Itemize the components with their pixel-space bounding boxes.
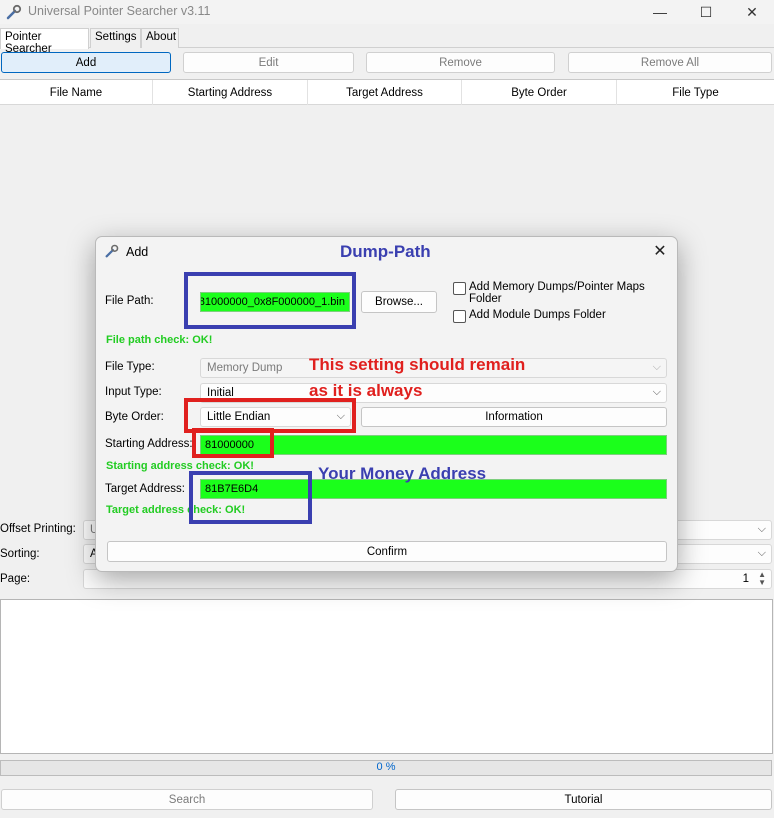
add-dialog: Add ✕ File Path: 81000000_0x8F000000_1.b… (95, 236, 678, 572)
title-bar: Universal Pointer Searcher v3.11 — ☐ ✕ (0, 0, 774, 24)
input-type-label: Input Type: (105, 386, 162, 398)
file-path-check-status: File path check: OK! (106, 334, 213, 346)
remove-button[interactable]: Remove (366, 52, 555, 73)
starting-address-check-status: Starting address check: OK! (106, 460, 254, 472)
file-path-input[interactable]: 81000000_0x8F000000_1.bin (200, 292, 350, 312)
column-file-name[interactable]: File Name (0, 80, 153, 105)
annotation-money-address: Your Money Address (318, 464, 487, 483)
chevron-down-icon: ⌵ (757, 523, 766, 535)
annotation-dump-path: Dump-Path (340, 242, 431, 261)
close-window-button[interactable]: ✕ (729, 0, 774, 24)
annotation-setting-line2: as it is always (309, 381, 423, 400)
chevron-down-icon: ⌵ (757, 547, 766, 559)
add-memory-dumps-folder-checkbox[interactable] (453, 282, 466, 295)
starting-address-label: Starting Address: (105, 438, 193, 450)
tab-settings[interactable]: Settings (90, 28, 141, 48)
confirm-button[interactable]: Confirm (107, 541, 667, 562)
file-type-label: File Type: (105, 361, 155, 373)
column-starting-address[interactable]: Starting Address (153, 80, 308, 105)
page-value: 1 (742, 573, 749, 585)
sorting-label: Sorting: (0, 548, 40, 560)
byte-order-label: Byte Order: (105, 411, 164, 423)
column-byte-order[interactable]: Byte Order (462, 80, 617, 105)
tutorial-button[interactable]: Tutorial (395, 789, 772, 810)
starting-address-value: 81000000 (205, 439, 254, 451)
column-file-type[interactable]: File Type (617, 80, 774, 105)
add-button[interactable]: Add (1, 52, 171, 73)
output-textbox[interactable] (0, 599, 773, 754)
page-spinner[interactable]: 1 ▲ ▼ (83, 569, 772, 589)
tab-pointer-searcher[interactable]: Pointer Searcher (0, 28, 89, 55)
chevron-down-icon: ⌵ (652, 361, 661, 373)
target-address-label: Target Address: (105, 483, 185, 495)
starting-address-input[interactable]: 81000000 (200, 435, 667, 455)
progress-text: 0 % (376, 761, 396, 773)
byte-order-value: Little Endian (207, 411, 271, 423)
add-memory-dumps-folder-label[interactable]: Add Memory Dumps/Pointer Maps Folder (469, 281, 677, 305)
file-type-value: Memory Dump (207, 362, 283, 374)
add-module-dumps-folder-label[interactable]: Add Module Dumps Folder (469, 309, 606, 321)
search-button[interactable]: Search (1, 789, 373, 810)
annotation-setting-line1: This setting should remain (309, 355, 526, 374)
window-title: Universal Pointer Searcher v3.11 (28, 4, 211, 18)
tab-about[interactable]: About (141, 28, 179, 48)
progress-bar: 0 % (0, 760, 772, 776)
column-target-address[interactable]: Target Address (308, 80, 462, 105)
wrench-icon (6, 4, 22, 20)
file-path-value: 81000000_0x8F000000_1.bin (200, 296, 345, 308)
chevron-down-icon: ⌵ (336, 410, 345, 422)
minimize-button[interactable]: — (637, 0, 683, 24)
chevron-down-icon: ⌵ (652, 386, 661, 398)
offset-printing-label: Offset Printing: (0, 523, 76, 535)
byte-order-select[interactable]: Little Endian ⌵ (200, 407, 351, 427)
dialog-close-button[interactable]: ✕ (647, 240, 673, 262)
input-type-value: Initial (207, 387, 234, 399)
spinner-arrows-icon[interactable]: ▲ ▼ (758, 571, 766, 587)
target-address-check-status: Target address check: OK! (106, 504, 246, 516)
remove-all-button[interactable]: Remove All (568, 52, 772, 73)
wrench-icon (105, 244, 119, 258)
page-label: Page: (0, 573, 31, 585)
edit-button[interactable]: Edit (183, 52, 354, 73)
maximize-button[interactable]: ☐ (683, 0, 729, 24)
target-address-value: 81B7E6D4 (205, 483, 259, 495)
dialog-title: Add (126, 245, 149, 259)
add-module-dumps-folder-checkbox[interactable] (453, 310, 466, 323)
grid-header: File Name Starting Address Target Addres… (0, 80, 774, 105)
information-button[interactable]: Information (361, 407, 667, 427)
browse-button[interactable]: Browse... (361, 291, 437, 313)
file-path-label: File Path: (105, 295, 154, 307)
input-type-select[interactable]: Initial ⌵ (200, 383, 667, 403)
